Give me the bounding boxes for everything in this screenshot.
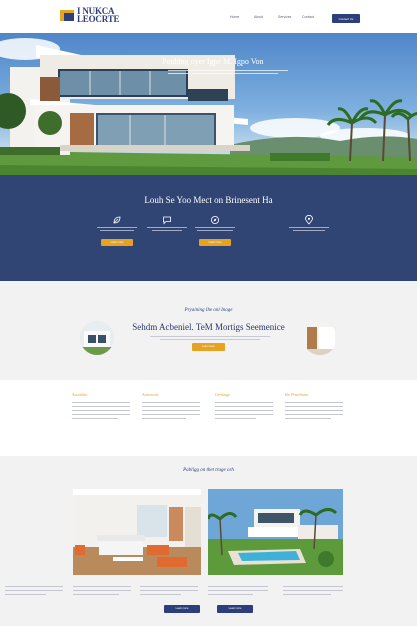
gallery-card-exterior[interactable] (208, 489, 343, 575)
gallery-card-text (140, 586, 198, 595)
interior-photo (73, 489, 201, 575)
gallery-card-interior[interactable] (73, 489, 201, 575)
logo-mark-icon (60, 9, 74, 21)
location-pin-icon (305, 215, 313, 225)
features-title: Louh Se Yoo Mect on Brinesent Ha (144, 195, 273, 205)
info-column: Aucoldan (72, 392, 130, 419)
features-section: Louh Se Yoo Mect on Brinesent Ha Learn m… (0, 175, 417, 281)
nav-item-services[interactable]: Services (278, 15, 291, 19)
main-nav: Home About Services Contact (230, 15, 314, 19)
intro-house-thumbnail-left (80, 321, 114, 355)
logo[interactable]: I NUKCA LEOCRTE (60, 7, 120, 24)
chat-icon (163, 216, 171, 225)
intro-text (150, 336, 270, 340)
info-column: Acaiviosls (142, 392, 200, 419)
info-columns-section: Aucoldan Acaiviosls Grriiinge Ihe Prniel… (0, 380, 417, 456)
compass-icon (211, 216, 219, 224)
intro-eyebrow: Pryaining Ihe onl Inoge (184, 308, 233, 313)
logo-text: I NUKCA LEOCRTE (77, 7, 120, 24)
intro-learn-more-button[interactable]: Learn more (192, 343, 225, 351)
info-column-heading: Aucoldan (72, 392, 88, 397)
feature-card (284, 215, 334, 231)
hero-title: Poiddng oyer Igpe M. Igpo Von (162, 57, 264, 66)
feature-learn-more-button[interactable]: Learn more (101, 239, 133, 246)
info-column-heading: Ihe Prnielnase (285, 392, 309, 397)
gallery-card-button[interactable]: Learn more (217, 605, 253, 613)
info-column-heading: Grriiinge (215, 392, 231, 397)
hero-section: Poiddng oyer Igpe M. Igpo Von (0, 33, 417, 175)
info-column: Grriiinge (215, 392, 273, 419)
header-cta-button[interactable]: Contact Us (332, 14, 360, 23)
gallery-card-button[interactable]: Learn more (164, 605, 200, 613)
feature-card (142, 215, 192, 231)
leaf-icon (113, 216, 121, 224)
exterior-pool-photo (208, 489, 343, 575)
gallery-card-text (283, 586, 343, 595)
site-header: I NUKCA LEOCRTE Home About Services Cont… (0, 0, 417, 33)
nav-item-home[interactable]: Home (230, 15, 242, 19)
nav-item-contact[interactable]: Contact (302, 15, 314, 19)
info-column: Ihe Prnielnase (285, 392, 343, 419)
hero-subtitle (168, 70, 288, 73)
intro-house-thumbnail-right (303, 321, 337, 355)
feature-card: Learn more (190, 215, 240, 246)
landing-page: I NUKCA LEOCRTE Home About Services Cont… (0, 0, 417, 626)
intro-section: Pryaining Ihe onl Inoge Sehdm Acbeniel. … (0, 281, 417, 380)
gallery-side-text-left (5, 586, 63, 595)
info-column-text (285, 402, 343, 419)
info-column-text (142, 402, 200, 419)
info-column-text (72, 402, 130, 419)
info-column-heading: Acaiviosls (142, 392, 159, 397)
gallery-card-text (208, 586, 268, 595)
gallery-section: Pabligg on thet trage orh Learn more Lea… (0, 456, 417, 626)
hero-house-image (0, 45, 417, 175)
feature-card: Learn more (92, 215, 142, 246)
logo-line-2: LEOCRTE (77, 14, 120, 24)
info-column-text (215, 402, 273, 419)
intro-title: Sehdm Acbeniel. TeM Mortigs Seemenice (132, 322, 285, 332)
gallery-title: Pabligg on thet trage orh (183, 468, 234, 473)
nav-item-about[interactable]: About (254, 15, 266, 19)
feature-learn-more-button[interactable]: Learn more (199, 239, 231, 246)
gallery-card-text (73, 586, 131, 595)
